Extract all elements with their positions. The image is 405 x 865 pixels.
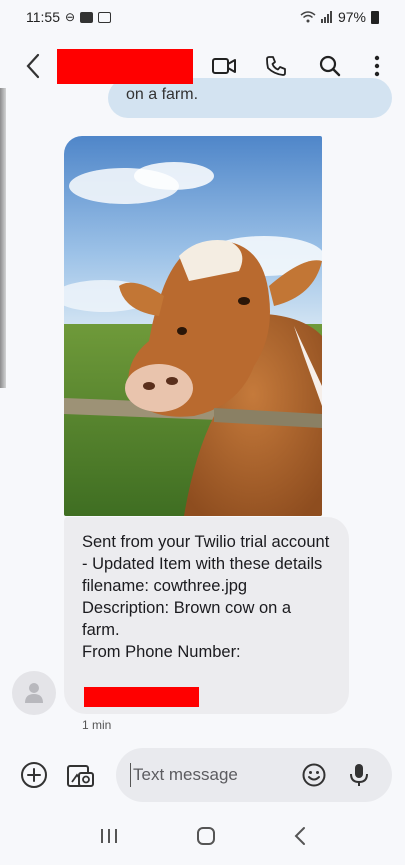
battery-icon xyxy=(371,10,379,24)
phone-call-button[interactable] xyxy=(262,52,290,80)
status-time: 11:55 xyxy=(26,9,60,25)
plus-circle-icon xyxy=(21,762,47,788)
dnd-icon: ⊖ xyxy=(65,10,76,24)
signal-icon xyxy=(320,11,332,23)
cow-image xyxy=(64,136,322,516)
gallery-icon xyxy=(67,765,94,787)
emoji-icon xyxy=(302,763,326,787)
gallery-button[interactable] xyxy=(64,759,96,791)
video-call-icon xyxy=(212,58,236,74)
video-call-button[interactable] xyxy=(210,52,238,80)
back-button[interactable] xyxy=(18,50,48,82)
battery-percent: 97% xyxy=(337,9,366,25)
voice-input-button[interactable] xyxy=(343,759,375,791)
more-vert-icon xyxy=(374,55,380,77)
home-icon xyxy=(196,827,215,845)
back-arrow-icon xyxy=(294,827,305,845)
microphone-icon xyxy=(350,764,368,786)
cow-photo[interactable] xyxy=(64,136,322,516)
chevron-left-icon xyxy=(26,53,40,79)
phone-icon xyxy=(266,56,286,76)
incoming-message-bubble[interactable]: Sent from your Twilio trial account - Up… xyxy=(64,517,349,714)
app-bar xyxy=(0,34,405,98)
status-bar: 11:55 ⊖ 97% xyxy=(0,0,405,34)
wifi-icon xyxy=(300,11,316,23)
recent-apps-icon xyxy=(100,829,117,843)
home-button[interactable] xyxy=(196,826,216,851)
background-app-edge xyxy=(0,88,6,388)
status-left: 11:55 ⊖ xyxy=(26,9,112,25)
contact-name-redacted[interactable] xyxy=(57,49,193,84)
nav-back-button[interactable] xyxy=(293,826,307,851)
search-button[interactable] xyxy=(316,52,344,80)
emoji-button[interactable] xyxy=(298,759,330,791)
gallery-icon xyxy=(98,11,112,23)
status-right: 97% xyxy=(300,9,379,25)
message-timestamp: 1 min xyxy=(82,718,112,732)
notification-icon xyxy=(80,11,94,23)
message-field[interactable] xyxy=(116,748,392,802)
contact-avatar[interactable] xyxy=(12,671,56,715)
recent-apps-button[interactable] xyxy=(99,827,119,850)
message-text: Sent from your Twilio trial account - Up… xyxy=(82,533,330,661)
message-composer xyxy=(0,748,405,804)
person-icon xyxy=(25,683,43,703)
system-nav-bar xyxy=(0,812,405,865)
search-icon xyxy=(319,55,341,77)
phone-number-redacted xyxy=(84,687,199,707)
more-options-button[interactable] xyxy=(363,52,391,80)
add-attachment-button[interactable] xyxy=(18,759,50,791)
message-input[interactable] xyxy=(130,763,290,787)
